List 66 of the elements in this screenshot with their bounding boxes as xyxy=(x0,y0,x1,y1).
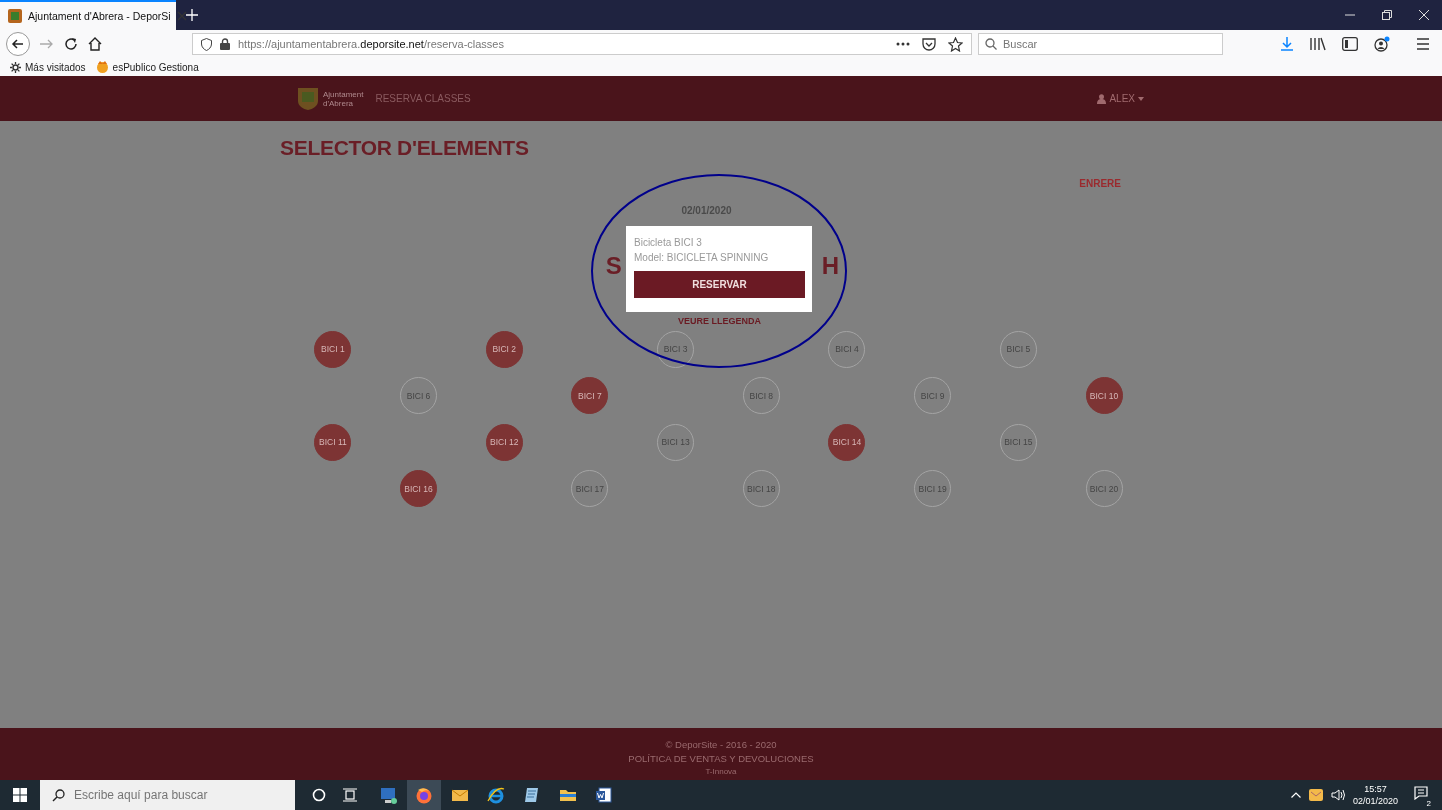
lock-icon xyxy=(220,38,230,50)
computer-icon[interactable] xyxy=(379,786,397,804)
footer-text: POLÍTICA DE VENTAS Y DEVOLUCIONES xyxy=(628,752,814,766)
back-icon[interactable] xyxy=(6,32,30,56)
circle-icon[interactable] xyxy=(312,788,326,802)
bike-seat[interactable]: BICI 7 xyxy=(571,377,609,415)
footer-text: T-Innova xyxy=(705,766,737,777)
gear-icon xyxy=(10,61,21,73)
letter-e-icon[interactable] xyxy=(487,786,505,804)
bike-seat[interactable]: BICI 14 xyxy=(828,423,866,461)
emblem-icon xyxy=(95,61,109,73)
library-icon[interactable] xyxy=(1310,37,1326,51)
heading-fragment: S xyxy=(605,252,622,280)
caret-icon xyxy=(1138,96,1144,101)
pocket-icon[interactable] xyxy=(922,37,936,51)
new-tab-icon[interactable] xyxy=(186,9,198,21)
notification-icon[interactable] xyxy=(1414,786,1428,800)
page-title: SELECTOR D'ELEMENTS xyxy=(280,136,530,160)
bike-seat[interactable]: BICI 11 xyxy=(314,423,352,461)
account-icon[interactable] xyxy=(1374,36,1390,52)
star-icon[interactable] xyxy=(948,36,963,52)
shield-icon xyxy=(201,37,212,51)
coat-of-arms-icon xyxy=(297,86,319,111)
bike-seat[interactable]: BICI 10 xyxy=(1085,377,1123,415)
footer-text: © DeporSite - 2016 - 2020 xyxy=(665,738,777,752)
document-w-icon[interactable] xyxy=(595,786,613,804)
sidebar-icon[interactable] xyxy=(1342,37,1358,51)
bike-seat[interactable]: BICI 12 xyxy=(485,423,523,461)
search-icon xyxy=(52,789,65,802)
reserve-button[interactable]: RESERVAR xyxy=(634,271,805,298)
clock[interactable]: 15:57 02/01/2020 xyxy=(1352,783,1398,807)
task-view-icon[interactable] xyxy=(343,788,357,802)
notepad-icon[interactable] xyxy=(523,786,541,804)
site-favicon-icon xyxy=(8,9,22,23)
bookmark-item[interactable]: Más visitados xyxy=(10,61,86,73)
legend-link[interactable]: VEURE LLEGENDA xyxy=(678,316,761,326)
download-icon[interactable] xyxy=(1280,37,1294,51)
home-icon[interactable] xyxy=(88,37,102,51)
envelope-icon[interactable] xyxy=(1308,789,1323,801)
popup-text: Model: BICICLETA SPINNING xyxy=(634,251,770,265)
speaker-icon[interactable] xyxy=(1330,789,1345,801)
bookmark-item[interactable]: esPublico Gestiona xyxy=(95,61,199,73)
bike-seat[interactable]: BICI 16 xyxy=(400,470,438,508)
search-field[interactable]: Buscar xyxy=(978,33,1223,55)
address-bar[interactable]: https://ajuntamentabrera.deporsite.net/reserva-classes xyxy=(192,33,972,55)
bike-seat[interactable]: BICI 1 xyxy=(314,330,352,368)
back-link[interactable]: ENRERE xyxy=(1079,178,1121,189)
tab-title: Ajuntament d'Abrera - DeporSi xyxy=(28,10,171,22)
user-icon xyxy=(1097,93,1107,104)
user-menu[interactable]: ALEX xyxy=(1097,93,1144,104)
heading-fragment: H xyxy=(821,252,840,280)
chevron-up-icon[interactable] xyxy=(1290,792,1301,798)
windows-start-icon[interactable] xyxy=(13,788,27,802)
bike-seat[interactable]: BICI 2 xyxy=(485,330,523,368)
menu-icon[interactable] xyxy=(1416,38,1430,50)
url-text: https://ajuntamentabrera.deporsite.net/reserva-classes xyxy=(238,38,504,50)
nav-link[interactable]: RESERVA CLASSES xyxy=(375,93,471,104)
restore-icon[interactable] xyxy=(1382,10,1392,20)
notification-count: 2 xyxy=(1424,799,1433,808)
taskbar-search-field[interactable]: Escribe aquí para buscar xyxy=(40,780,295,810)
popup-text: Bicicleta BICI 3 xyxy=(634,236,703,250)
fox-globe-icon[interactable] xyxy=(415,786,433,804)
logo-text: Ajuntament d'Abrera xyxy=(323,89,364,108)
search-icon xyxy=(985,38,997,50)
reload-icon[interactable] xyxy=(64,37,78,51)
more-icon[interactable] xyxy=(896,42,910,46)
